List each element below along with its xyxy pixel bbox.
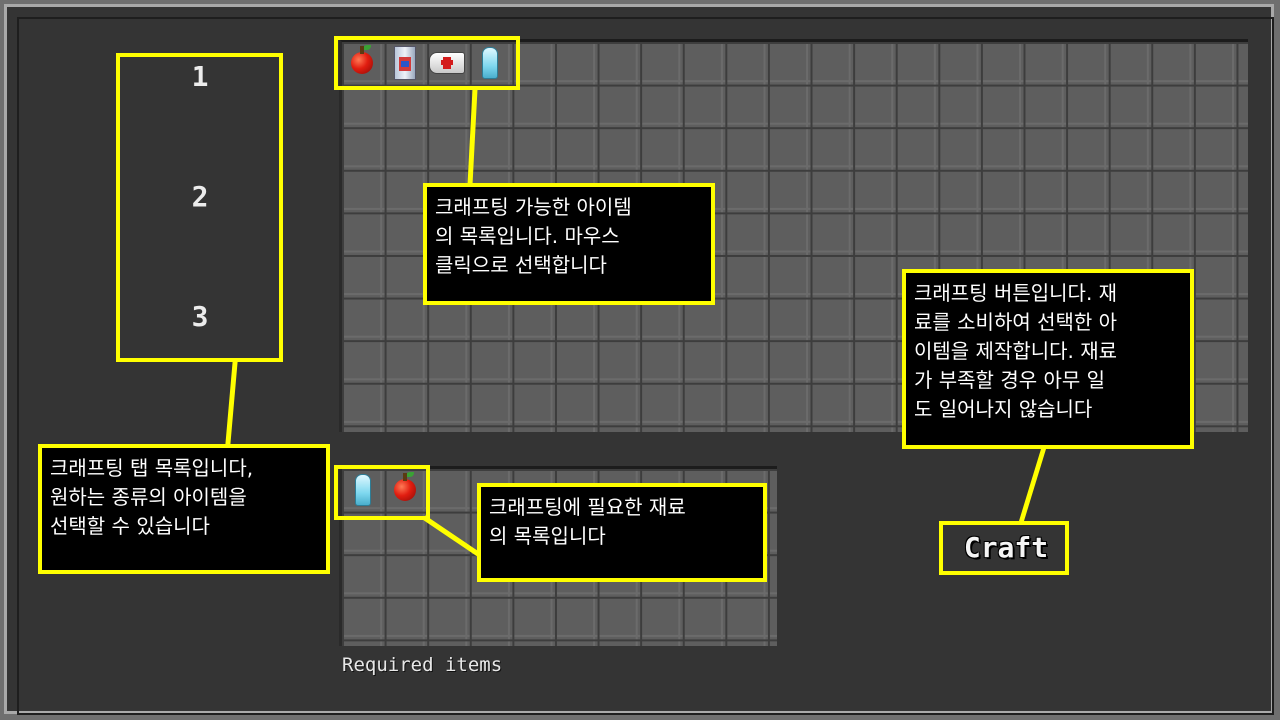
materials-callout: 크래프팅에 필요한 재료 의 목록입니다 bbox=[477, 483, 767, 582]
tabs-callout: 크래프팅 탭 목록입니다, 원하는 종류의 아이템을 선택할 수 있습니다 bbox=[38, 444, 330, 574]
craft-highlight bbox=[939, 521, 1069, 575]
items-highlight bbox=[334, 36, 520, 90]
craft-callout: 크래프팅 버튼입니다. 재 료를 소비하여 선택한 아 이템을 제작합니다. 재… bbox=[902, 269, 1194, 449]
required-items-label: Required items bbox=[342, 654, 503, 676]
tabs-highlight bbox=[116, 53, 283, 362]
items-callout: 크래프팅 가능한 아이템 의 목록입니다. 마우스 클릭으로 선택합니다 bbox=[423, 183, 715, 305]
materials-highlight bbox=[334, 465, 430, 520]
